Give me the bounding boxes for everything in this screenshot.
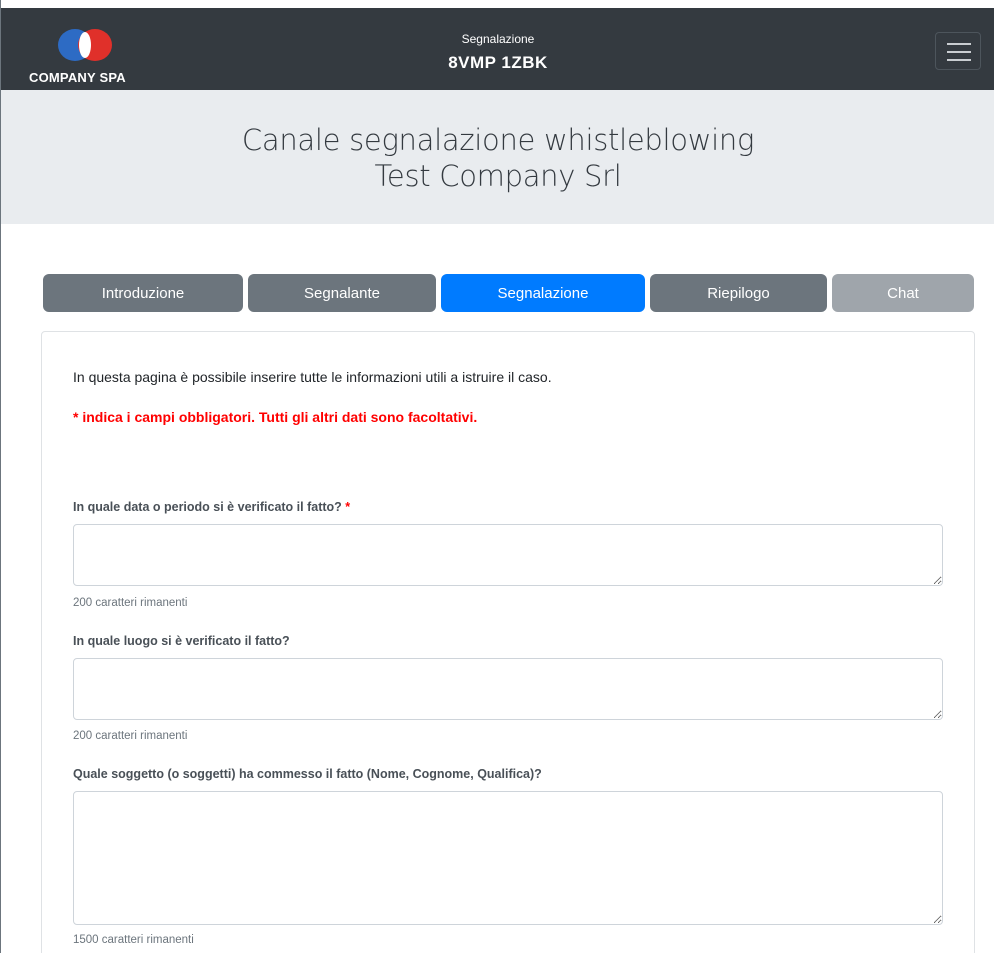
navbar: COMPANY SPA Segnalazione 8VMP 1ZBK bbox=[1, 0, 994, 90]
report-code: 8VMP 1ZBK bbox=[448, 53, 548, 72]
field-label-date: In quale data o periodo si è verificato … bbox=[73, 500, 350, 514]
field-label-place: In quale luogo si è verificato il fatto? bbox=[73, 634, 290, 648]
field-label-date-text: In quale data o periodo si è verificato … bbox=[73, 500, 342, 514]
date-char-counter: 200 caratteri rimanenti bbox=[73, 597, 188, 609]
subject-char-counter: 1500 caratteri rimanenti bbox=[73, 934, 194, 946]
tab-segnalante[interactable]: Segnalante bbox=[248, 274, 436, 312]
place-char-counter: 200 caratteri rimanenti bbox=[73, 730, 188, 742]
hamburger-menu-icon[interactable] bbox=[935, 32, 981, 70]
tab-chat: Chat bbox=[832, 274, 974, 312]
intro-text: In questa pagina è possibile inserire tu… bbox=[73, 369, 552, 385]
subject-textarea[interactable] bbox=[73, 791, 943, 925]
company-name: Test Company Srl bbox=[374, 159, 622, 193]
tab-introduzione[interactable]: Introduzione bbox=[43, 274, 243, 312]
field-label-subject: Quale soggetto (o soggetti) ha commesso … bbox=[73, 767, 542, 781]
nav-title-block: Segnalazione 8VMP 1ZBK bbox=[1, 32, 994, 74]
nav-title-small: Segnalazione bbox=[461, 32, 535, 46]
page: COMPANY SPA Segnalazione 8VMP 1ZBK Canal… bbox=[0, 0, 994, 953]
page-title: Canale segnalazione whistleblowing bbox=[241, 123, 755, 157]
required-asterisk: * bbox=[345, 500, 351, 514]
tab-riepilogo[interactable]: Riepilogo bbox=[650, 274, 827, 312]
place-textarea[interactable] bbox=[73, 658, 943, 720]
tab-segnalazione[interactable]: Segnalazione bbox=[441, 274, 645, 312]
page-header: Canale segnalazione whistleblowing Test … bbox=[1, 90, 994, 224]
required-note: * indica i campi obbligatori. Tutti gli … bbox=[73, 409, 478, 425]
date-textarea[interactable] bbox=[73, 524, 943, 586]
